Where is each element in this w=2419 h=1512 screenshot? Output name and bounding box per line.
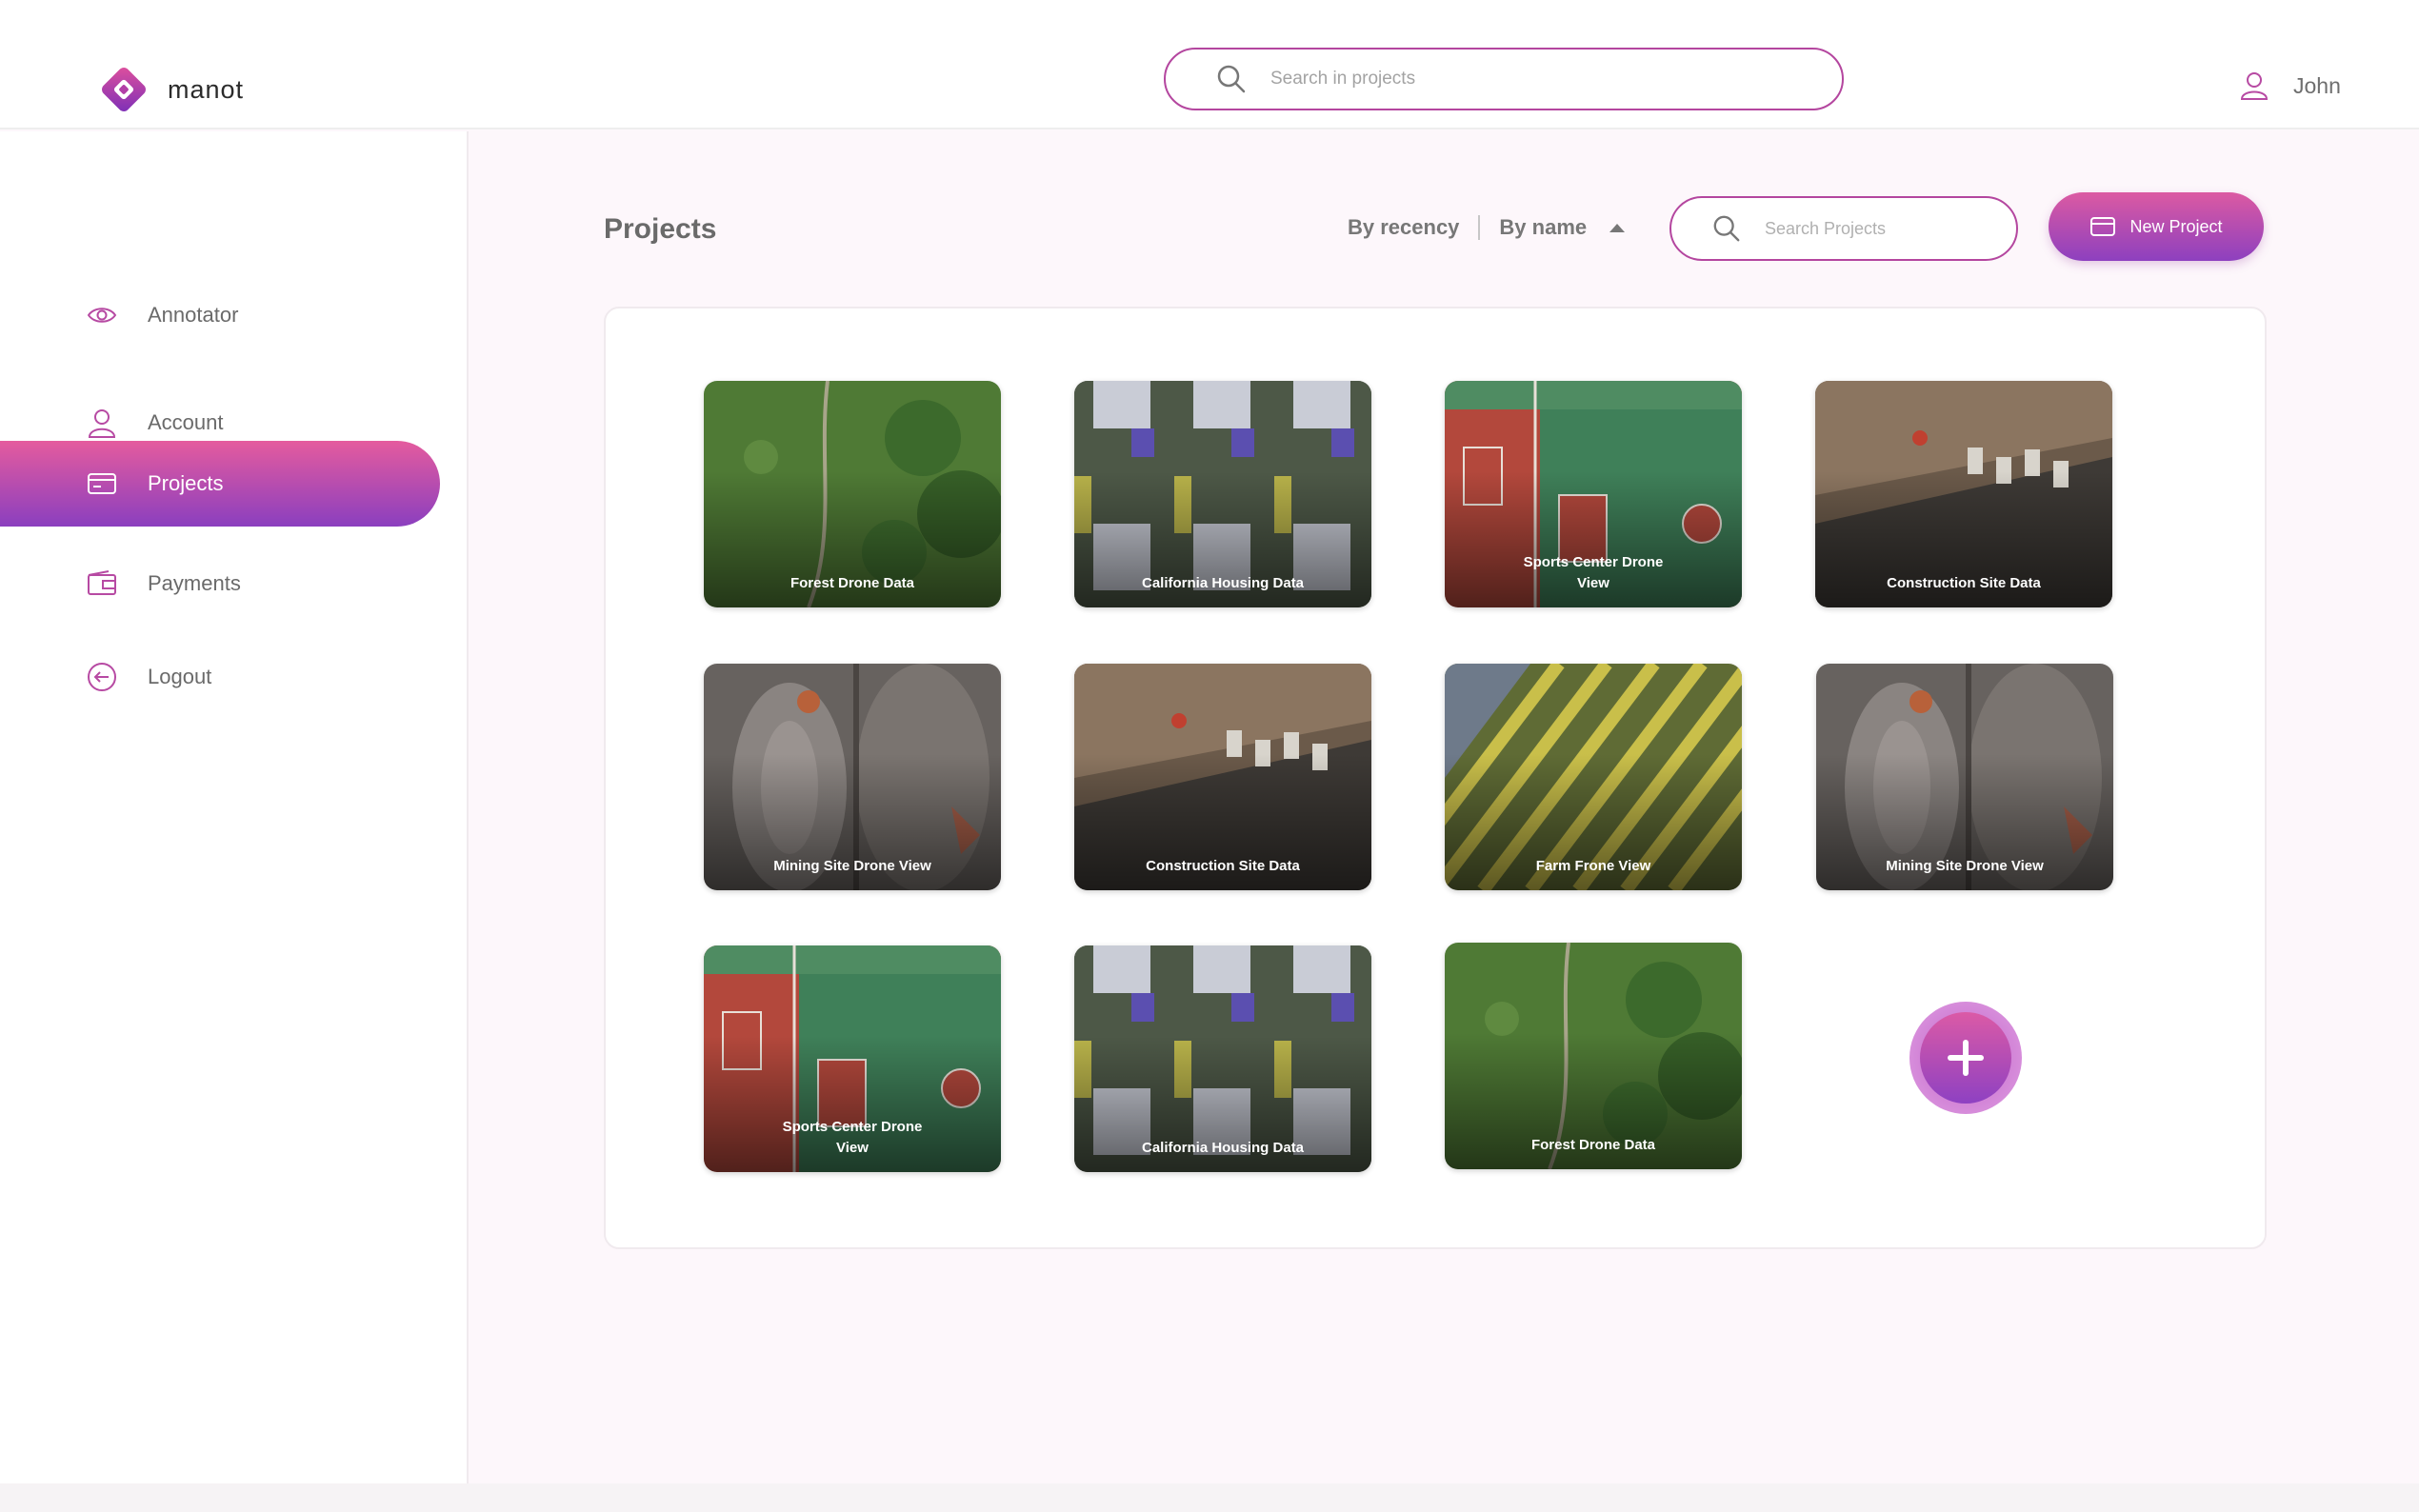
divider <box>1478 215 1481 240</box>
manot-logo-icon <box>102 68 146 111</box>
plus-icon <box>1948 1040 1984 1076</box>
new-project-button[interactable]: New Project <box>2049 192 2264 261</box>
card-icon <box>88 473 116 494</box>
sidebar-item-label: Logout <box>148 665 212 688</box>
project-title: Construction Site Data <box>1146 858 1300 874</box>
app-logo[interactable]: manot <box>97 63 244 116</box>
global-search-input[interactable] <box>1270 69 1804 90</box>
user-name: John <box>2293 72 2341 98</box>
project-title: California Housing Data <box>1141 1140 1305 1156</box>
sort-controls: By recency By name <box>1348 215 1626 240</box>
project-search-input[interactable] <box>1765 218 1993 239</box>
add-project-button-inner <box>1920 1012 2011 1104</box>
sidebar: Annotator Account Projects Payments Logo… <box>0 131 469 1483</box>
app-name: manot <box>168 74 245 104</box>
project-card[interactable]: Mining Site Drone View <box>1816 664 2113 890</box>
sidebar-item-payments[interactable]: Payments <box>0 541 440 627</box>
project-card[interactable]: Construction Site Data <box>1815 381 2112 607</box>
card-icon <box>2090 217 2116 236</box>
sidebar-item-annotator[interactable]: Annotator <box>0 272 440 358</box>
wallet-icon <box>88 570 116 595</box>
sidebar-item-label: Annotator <box>148 303 239 327</box>
page-title: Projects <box>604 213 717 245</box>
user-icon <box>88 409 116 438</box>
project-card[interactable]: Sports Center Drone View <box>704 945 1001 1172</box>
project-card[interactable]: Forest Drone Data <box>1445 943 1742 1169</box>
project-title: Mining Site Drone View <box>1886 858 2044 874</box>
logout-icon <box>88 663 116 691</box>
search-icon <box>1217 65 1246 93</box>
project-title: Forest Drone Data <box>790 575 915 591</box>
search-icon <box>1713 215 1740 242</box>
sort-by-name[interactable]: By name <box>1499 215 1587 240</box>
project-title: Construction Site Data <box>1887 575 2041 591</box>
project-card[interactable]: California Housing Data <box>1074 945 1371 1172</box>
project-title: Forest Drone Data <box>1530 1137 1656 1153</box>
project-card[interactable]: Forest Drone Data <box>704 381 1001 607</box>
add-project-button[interactable] <box>1909 1002 2022 1114</box>
sort-by-recency[interactable]: By recency <box>1348 215 1459 240</box>
project-title: Sports Center Drone View <box>782 1119 923 1156</box>
caret-up-icon[interactable] <box>1609 223 1626 232</box>
eye-icon <box>87 308 117 323</box>
project-search-box[interactable] <box>1669 196 2018 261</box>
sidebar-item-label: Payments <box>148 571 241 595</box>
sidebar-item-projects[interactable]: Projects <box>0 441 440 527</box>
project-title: Mining Site Drone View <box>773 858 931 874</box>
sidebar-item-label: Account <box>148 410 224 434</box>
project-card[interactable]: Mining Site Drone View <box>704 664 1001 890</box>
project-card[interactable]: Construction Site Data <box>1074 664 1371 890</box>
sidebar-item-logout[interactable]: Logout <box>0 634 440 720</box>
global-search-box[interactable] <box>1164 48 1844 110</box>
user-menu[interactable]: John <box>2240 70 2341 101</box>
bottom-strip <box>0 1483 2419 1512</box>
project-card[interactable]: Sports Center Drone View <box>1445 381 1742 607</box>
user-icon <box>2240 72 2269 100</box>
new-project-label: New Project <box>2129 216 2223 236</box>
sidebar-item-label: Projects <box>148 471 224 495</box>
project-title: Sports Center Drone View <box>1523 554 1664 591</box>
project-title: Farm Frone View <box>1535 858 1651 874</box>
project-title: California Housing Data <box>1141 575 1305 591</box>
project-card[interactable]: Farm Frone View <box>1445 664 1742 890</box>
project-card[interactable]: California Housing Data <box>1074 381 1371 607</box>
